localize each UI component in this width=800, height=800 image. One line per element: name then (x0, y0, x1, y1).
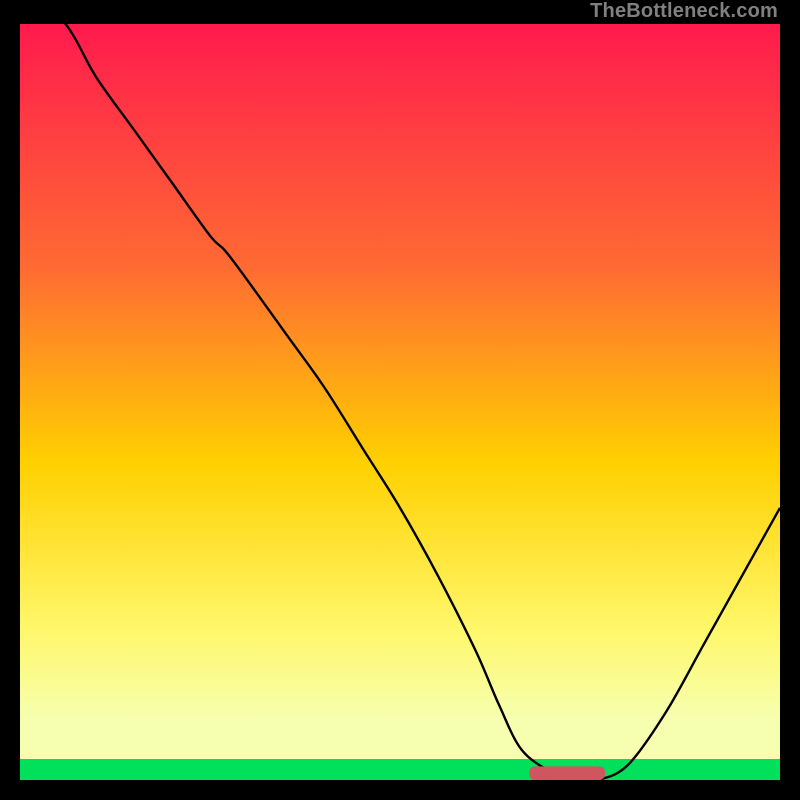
attribution-text: TheBottleneck.com (590, 0, 778, 23)
plot-background (20, 24, 780, 780)
optimal-range-marker (529, 766, 605, 780)
chart-svg (20, 24, 780, 780)
